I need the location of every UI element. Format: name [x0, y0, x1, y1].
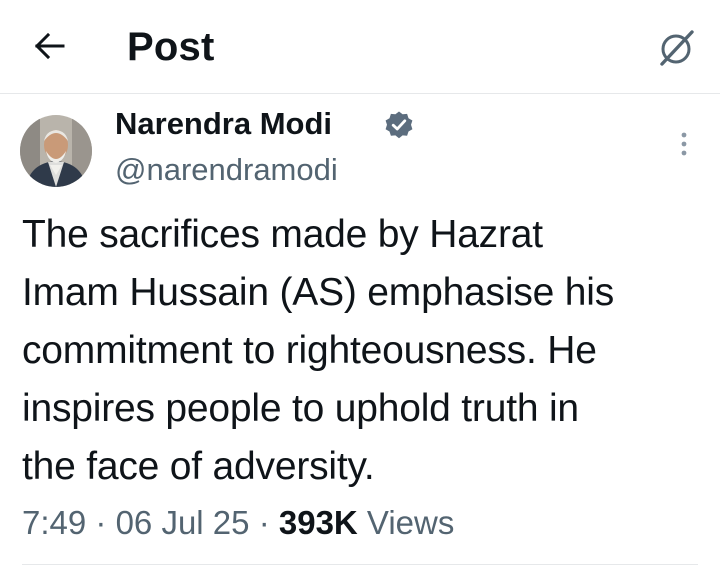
post-time[interactable]: 7:49 — [22, 504, 86, 541]
post-date[interactable]: 06 Jul 25 — [116, 504, 250, 541]
meta-separator: · — [258, 504, 270, 541]
author-handle[interactable]: @narendramodi — [115, 150, 338, 190]
grok-button[interactable] — [650, 22, 702, 74]
author-name[interactable]: Narendra Modi — [115, 104, 332, 144]
top-app-bar: Post — [0, 0, 720, 94]
page-title: Post — [127, 25, 215, 69]
post-text-line: Imam Hussain (AS) emphasise his — [22, 271, 614, 314]
post-text-line: the face of adversity. — [22, 445, 375, 488]
views-count[interactable]: 393K — [279, 504, 358, 541]
verified-badge-icon — [385, 111, 413, 139]
post-text: The sacrifices made by Hazrat Imam Hussa… — [22, 206, 712, 496]
arrow-left-icon — [35, 33, 65, 59]
more-vertical-icon — [681, 132, 687, 156]
post-text-line: inspires people to uphold truth in — [22, 387, 579, 430]
more-options-button[interactable] — [668, 126, 700, 162]
divider — [22, 564, 698, 565]
post-text-line: commitment to righteousness. He — [22, 329, 597, 372]
post-meta: 7:49 · 06 Jul 25 · 393K Views — [22, 503, 454, 543]
avatar[interactable] — [20, 115, 92, 187]
views-label: Views — [366, 504, 455, 541]
grok-icon — [660, 30, 694, 66]
back-button[interactable] — [26, 22, 74, 70]
avatar-photo — [20, 115, 92, 187]
post-text-line: The sacrifices made by Hazrat — [22, 213, 543, 256]
meta-separator: · — [95, 504, 107, 541]
